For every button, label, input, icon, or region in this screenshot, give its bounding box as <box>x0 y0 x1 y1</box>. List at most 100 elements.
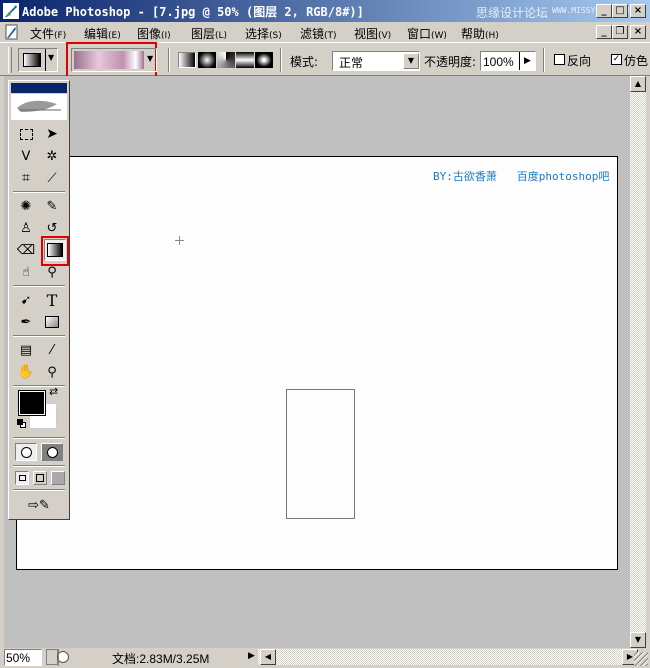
marquee-tool[interactable] <box>15 123 37 145</box>
window-title: Adobe Photoshop - [7.jpg @ 50% (图层 2, RG… <box>22 5 364 19</box>
menu-layer[interactable]: 图层(L) <box>191 25 227 42</box>
standard-mode-button[interactable] <box>15 443 37 461</box>
reverse-checkbox[interactable] <box>554 54 565 65</box>
document-canvas[interactable]: BY:古欲香萧 百度photoshop吧 <box>16 156 618 570</box>
menu-select[interactable]: 选择(S) <box>245 25 282 42</box>
type-icon: T <box>46 290 58 310</box>
standard-screen-mode-button[interactable] <box>15 471 29 485</box>
radial-gradient-button[interactable] <box>198 52 216 68</box>
slice-tool[interactable]: ⟋ <box>41 167 63 189</box>
app-close-button[interactable]: × <box>630 4 646 18</box>
linear-gradient-button[interactable] <box>178 52 196 68</box>
brush-tool[interactable]: ✎ <box>41 195 63 217</box>
dither-checkbox[interactable]: ✓ <box>611 54 622 65</box>
imageready-icon: ⇨✎ <box>28 497 50 513</box>
zoom-field[interactable]: 50% <box>4 649 42 666</box>
vertical-scrollbar[interactable]: ▲ ▼ <box>630 76 646 648</box>
menu-window[interactable]: 窗口(W) <box>407 25 447 42</box>
lasso-tool[interactable]: ᐯ <box>15 145 37 167</box>
dodge-tool[interactable]: ⚲ <box>41 261 63 283</box>
jump-to-imageready-button[interactable]: ⇨✎ <box>17 495 61 515</box>
tool-preset-picker[interactable]: ▼ <box>18 48 58 72</box>
minimize-icon: _ <box>601 5 607 16</box>
clone-stamp-tool[interactable]: ♙ <box>15 217 37 239</box>
angle-gradient-button[interactable] <box>217 52 235 68</box>
doc-close-button[interactable]: × <box>630 25 646 39</box>
mode-select[interactable]: 正常 ▼ <box>332 51 420 71</box>
blur-tool[interactable]: ☝ <box>15 261 37 283</box>
shape-tool[interactable] <box>41 311 63 333</box>
move-tool[interactable]: ➤ <box>41 123 63 145</box>
menu-help[interactable]: 帮助(H) <box>461 25 499 42</box>
menu-view[interactable]: 视图(V) <box>354 25 391 42</box>
marquee-icon <box>19 128 33 140</box>
menu-filter[interactable]: 滤镜(T) <box>300 25 337 42</box>
app-minimize-button[interactable]: _ <box>596 4 612 18</box>
gradient-picker[interactable]: ▼ <box>71 48 157 72</box>
gradient-swatch[interactable] <box>74 51 144 69</box>
resize-grip[interactable] <box>634 652 648 666</box>
notes-tool[interactable]: ▤ <box>15 339 37 361</box>
brush-icon: ✎ <box>46 198 58 214</box>
menu-edit[interactable]: 编辑(E) <box>84 25 121 42</box>
crop-tool[interactable]: ⌗ <box>15 167 37 189</box>
feather-logo-icon[interactable] <box>11 94 67 120</box>
horizontal-scrollbar[interactable]: ◀ ▶ <box>258 649 638 665</box>
menu-image[interactable]: 图像(I) <box>137 25 171 42</box>
separator <box>13 489 65 491</box>
scroll-up-button[interactable]: ▲ <box>630 76 646 92</box>
magic-wand-tool[interactable]: ✲ <box>41 145 63 167</box>
hand-tool[interactable]: ✋ <box>15 361 37 383</box>
gradient-tool[interactable] <box>44 239 66 261</box>
play-arrow-icon[interactable]: ▶ <box>519 52 535 70</box>
zoom-tool[interactable]: ⚲ <box>41 361 63 383</box>
dither-label: 仿色 <box>624 54 649 68</box>
gradient-tool-preset-icon <box>23 53 41 67</box>
type-tool[interactable]: T <box>41 289 63 311</box>
status-menu-arrow-icon[interactable]: ▶ <box>248 651 255 661</box>
move-icon: ➤ <box>46 126 58 142</box>
mode-value: 正常 <box>339 56 364 70</box>
notes-icon: ▤ <box>19 342 33 358</box>
opacity-field[interactable]: 100% ▶ <box>480 51 536 71</box>
maximize-icon: □ <box>615 5 625 16</box>
toolbox-titlebar[interactable] <box>11 83 67 93</box>
doc-minimize-button[interactable]: _ <box>596 25 612 39</box>
document-icon <box>5 24 18 40</box>
separator <box>13 437 65 439</box>
chevron-down-icon: ▼ <box>48 53 55 62</box>
pen-icon: ✒ <box>20 314 32 330</box>
swap-colors-icon[interactable]: ⇄ <box>49 385 58 398</box>
doc-restore-button[interactable]: ❐ <box>612 25 628 39</box>
default-colors-icon[interactable] <box>17 419 27 429</box>
scroll-left-button[interactable]: ◀ <box>260 649 276 665</box>
opacity-value: 100% <box>483 55 514 69</box>
title-bar: Adobe Photoshop - [7.jpg @ 50% (图层 2, RG… <box>0 0 650 22</box>
selection-rectangle[interactable] <box>286 389 355 519</box>
full-screen-mode-button[interactable] <box>51 471 65 485</box>
foreground-color-swatch[interactable] <box>18 390 46 416</box>
stamp-icon: ♙ <box>20 220 32 236</box>
scroll-down-button[interactable]: ▼ <box>630 632 646 648</box>
history-brush-icon: ↺ <box>46 220 58 236</box>
separator <box>543 48 545 72</box>
reflected-gradient-button[interactable] <box>236 52 254 68</box>
reverse-label: 反向 <box>567 54 592 68</box>
diamond-gradient-button[interactable] <box>255 52 273 68</box>
opacity-label: 不透明度: <box>424 55 477 69</box>
pen-tool[interactable]: ✒ <box>15 311 37 333</box>
path-selection-tool[interactable]: ➹ <box>15 289 37 311</box>
hand-icon: ✋ <box>17 364 35 380</box>
app-maximize-button[interactable]: □ <box>612 4 628 18</box>
full-screen-menu-mode-button[interactable] <box>33 471 47 485</box>
quick-mask-button[interactable] <box>41 443 63 461</box>
options-grip[interactable] <box>8 47 12 73</box>
healing-brush-tool[interactable]: ✺ <box>15 195 37 217</box>
eyedropper-tool[interactable]: ⁄ <box>41 339 63 361</box>
mode-label: 模式: <box>290 55 319 69</box>
separator <box>13 465 65 467</box>
chevron-down-icon[interactable]: ▼ <box>403 53 419 69</box>
menu-file[interactable]: 文件(F) <box>30 25 66 42</box>
slice-knife-icon: ⟋ <box>47 170 57 186</box>
eraser-tool[interactable]: ⌫ <box>15 239 37 261</box>
